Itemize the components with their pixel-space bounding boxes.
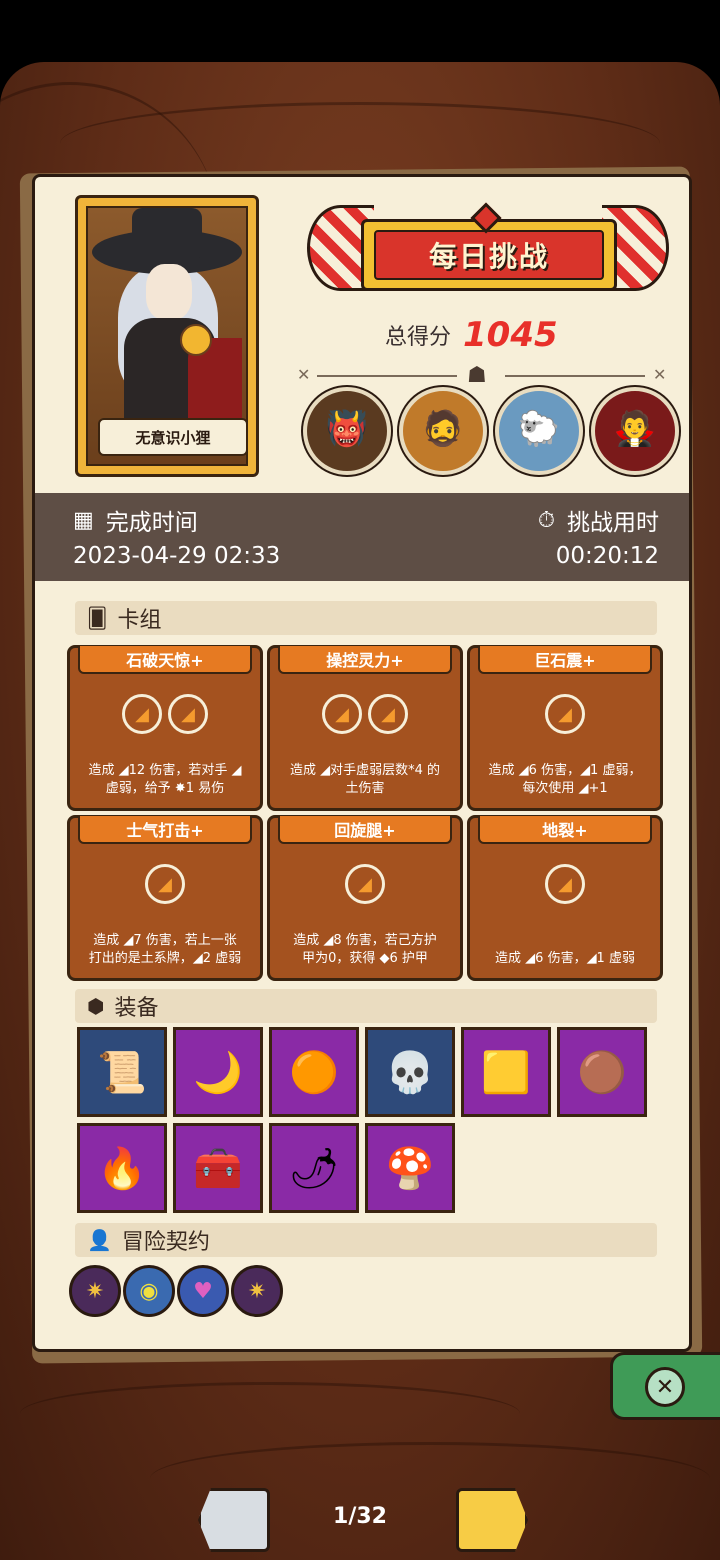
- duration-label: 挑战用时: [567, 510, 659, 536]
- earth-element-icon: ◢: [168, 694, 208, 734]
- character-name: 无意识小狸: [98, 418, 246, 456]
- earth-element-icon: ◢: [368, 694, 408, 734]
- card-title: 操控灵力+: [278, 646, 452, 674]
- equipment-section-header: ⬢ 装备: [75, 989, 657, 1023]
- card-title: 士气打击+: [78, 816, 252, 844]
- treasure-chest-icon: 🧰: [193, 1145, 243, 1192]
- heart-seal-icon: ♥: [193, 1278, 213, 1304]
- page-title: 每日挑战: [374, 230, 604, 280]
- contract-badge[interactable]: ◉: [123, 1265, 175, 1317]
- equipment-slot[interactable]: 🟤: [557, 1027, 647, 1117]
- contract-badge[interactable]: ✷: [231, 1265, 283, 1317]
- card-description: 造成 ◢6 伤害，◢1 虚弱: [495, 951, 635, 966]
- leather-bracer-icon: 🟤: [577, 1049, 627, 1096]
- deck-section-header: 🂠 卡组: [75, 601, 657, 635]
- calendar-icon: ▦: [73, 507, 94, 533]
- card-description: 造成 ◢12 伤害，若对手 ◢ 虚弱，给予 ✸1 易伤: [88, 763, 242, 796]
- equipment-slot[interactable]: 🟠: [269, 1027, 359, 1117]
- card-description: 造成 ◢对手虚弱层数*4 的土伤害: [289, 763, 441, 796]
- contract-badge[interactable]: ✷: [69, 1265, 121, 1317]
- title-banner: 每日挑战: [303, 195, 673, 305]
- rock-orb-icon: 🟠: [289, 1049, 339, 1096]
- score-label: 总得分: [385, 325, 452, 350]
- earth-element-icon: ◢: [145, 864, 185, 904]
- total-score: 总得分 1045: [385, 315, 558, 355]
- equipment-slot[interactable]: 📜: [77, 1027, 167, 1117]
- crossed-swords-icon: ✕: [297, 365, 311, 384]
- card-description: 造成 ◢8 伤害，若己方护 甲为0，获得 ◆6 护甲: [293, 933, 437, 966]
- coin-icon: [180, 324, 212, 356]
- character-portrait-card[interactable]: ♛ 无意识小狸: [75, 195, 259, 477]
- demon-skull-icon: ☗: [467, 363, 487, 388]
- card-title: 巨石震+: [478, 646, 652, 674]
- equipment-slot[interactable]: 🟨: [461, 1027, 551, 1117]
- scroll-icon: 📜: [97, 1049, 147, 1096]
- time-info-band: ▦ 完成时间 ⏱ 挑战用时 2023-04-29 02:33 00:20:12: [35, 493, 689, 581]
- equipment-slot[interactable]: 🍄: [365, 1123, 455, 1213]
- divider-right: [505, 375, 645, 377]
- horned-skull-icon: 💀: [385, 1049, 435, 1096]
- red-pepper-icon: 🌶: [288, 1145, 340, 1192]
- card-description: 造成 ◢7 伤害，若上一张 打出的是土系牌，◢2 虚弱: [88, 933, 242, 966]
- completed-time-value: 2023-04-29 02:33: [73, 543, 281, 569]
- opponent-avatar[interactable]: 🐑: [495, 387, 583, 475]
- completed-time-label: 完成时间: [105, 510, 198, 536]
- equipment-label: 装备: [114, 996, 159, 1021]
- character-art: ♛ 无意识小狸: [86, 206, 248, 466]
- earth-element-icon: ◢: [545, 864, 585, 904]
- earth-element-icon: ◢: [545, 694, 585, 734]
- cards-icon: 🂠: [87, 606, 108, 630]
- earth-element-icon: ◢: [322, 694, 362, 734]
- equipment-slot[interactable]: 🔥: [77, 1123, 167, 1213]
- stopwatch-icon: ⏱: [537, 507, 555, 533]
- page-indicator: 1/32: [333, 1504, 387, 1529]
- score-value: 1045: [463, 315, 558, 355]
- equipment-slot[interactable]: 🌙: [173, 1027, 263, 1117]
- eye-seal-icon: ◉: [139, 1278, 159, 1304]
- previous-page-button[interactable]: [198, 1488, 270, 1552]
- opponent-avatar[interactable]: 🧛: [591, 387, 679, 475]
- person-icon: 👤: [87, 1228, 112, 1252]
- contract-section-header: 👤 冒险契约: [75, 1223, 657, 1257]
- crossed-swords-icon: ✕: [653, 365, 667, 384]
- cube-icon: ⬢: [87, 994, 105, 1018]
- earth-element-icon: ◢: [122, 694, 162, 734]
- deck-card[interactable]: 巨石震+ ◢ 造成 ◢6 伤害，◢1 虚弱， 每次使用 ◢+1: [467, 645, 663, 811]
- gold-bars-icon: 🟨: [481, 1049, 531, 1096]
- opponent-avatar[interactable]: 👹: [303, 387, 391, 475]
- deck-card[interactable]: 操控灵力+ ◢ ◢ 造成 ◢对手虚弱层数*4 的土伤害: [267, 645, 463, 811]
- deck-card[interactable]: 回旋腿+ ◢ 造成 ◢8 伤害，若己方护 甲为0，获得 ◆6 护甲: [267, 815, 463, 981]
- deck-card[interactable]: 石破天惊+ ◢ ◢ 造成 ◢12 伤害，若对手 ◢ 虚弱，给予 ✸1 易伤: [67, 645, 263, 811]
- opponent-list: 👹 🧔 🐑 🧛: [303, 387, 679, 475]
- card-title: 回旋腿+: [278, 816, 452, 844]
- opponent-avatar[interactable]: 🧔: [399, 387, 487, 475]
- card-description: 造成 ◢6 伤害，◢1 虚弱， 每次使用 ◢+1: [488, 763, 642, 796]
- spider-seal-icon: ✷: [247, 1278, 267, 1304]
- moon-star-icon: 🌙: [193, 1049, 243, 1096]
- deck-card[interactable]: 地裂+ ◢ 造成 ◢6 伤害，◢1 虚弱: [467, 815, 663, 981]
- earth-element-icon: ◢: [345, 864, 385, 904]
- deck-label: 卡组: [117, 608, 162, 633]
- equipment-slot[interactable]: 🌶: [269, 1123, 359, 1213]
- deck-card[interactable]: 士气打击+ ◢ 造成 ◢7 伤害，若上一张 打出的是土系牌，◢2 虚弱: [67, 815, 263, 981]
- card-title: 地裂+: [478, 816, 652, 844]
- close-tab[interactable]: ✕: [610, 1352, 720, 1420]
- result-panel: ♛ 无意识小狸 每日挑战 总得分 1045 ✕ ☗ ✕ 👹 🧔 🐑 🧛 ▦ 完成…: [32, 174, 692, 1352]
- duration-value: 00:20:12: [555, 543, 659, 569]
- divider-left: [317, 375, 457, 377]
- equipment-slot[interactable]: 🧰: [173, 1123, 263, 1213]
- next-page-button[interactable]: [456, 1488, 528, 1552]
- close-icon[interactable]: ✕: [645, 1367, 685, 1407]
- contract-label: 冒险契约: [121, 1230, 210, 1255]
- card-title: 石破天惊+: [78, 646, 252, 674]
- spider-seal-icon: ✷: [85, 1278, 105, 1304]
- equipment-slot[interactable]: 💀: [365, 1027, 455, 1117]
- fire-gem-icon: 🔥: [97, 1145, 147, 1192]
- spotted-mushroom-icon: 🍄: [385, 1145, 435, 1192]
- contract-badge[interactable]: ♥: [177, 1265, 229, 1317]
